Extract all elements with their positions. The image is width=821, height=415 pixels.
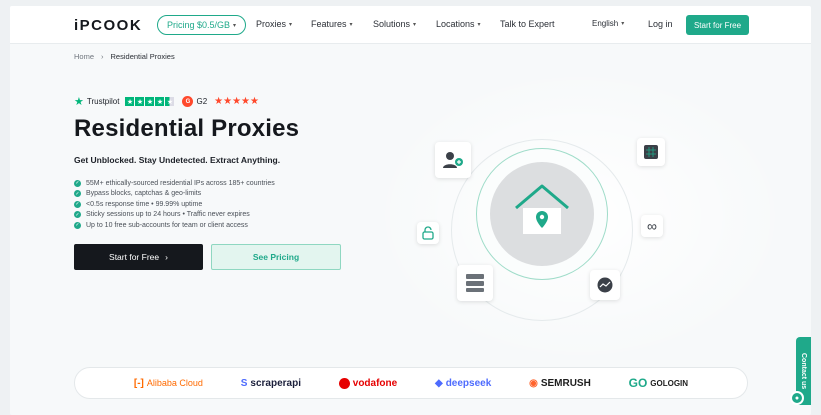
start-for-free-label: Start for Free [109,252,160,262]
nav-locations[interactable]: Locations ▾ [436,19,481,29]
language-selector[interactable]: English ▾ [592,19,624,28]
vodafone-logo-icon [338,377,350,389]
page: iPCOOK Pricing $0.5/GB ▾ Proxies ▾ Featur… [10,6,811,415]
breadcrumb: Home › Residential Proxies [74,52,175,61]
server-icon [466,274,484,292]
unlock-card [417,222,439,244]
chevron-down-icon: ▾ [477,21,481,28]
breadcrumb-separator: › [101,52,104,61]
pricing-pill[interactable]: Pricing $0.5/GB ▾ [157,15,247,35]
partner-gologin: GO GOLOGIN [629,376,688,390]
grid-card [637,138,665,166]
start-for-free-button[interactable]: Start for Free › [74,244,203,270]
chevron-right-icon: › [165,252,168,262]
trustpilot-stars: ★ ★ ★ ★ ★ [125,97,175,106]
feature-list: ✓ 55M+ ethically-sourced residential IPs … [74,178,275,231]
feature-text: Sticky sessions up to 24 hours • Traffic… [86,211,250,219]
language-label: English [592,19,619,28]
g2-stars-icon: ★★★★★ [214,96,259,107]
infinity-icon: ∞ [647,218,657,234]
star-icon: ★ [155,97,165,106]
chevron-down-icon: ▾ [413,21,417,28]
partner-name: vodafone [352,377,398,389]
star-icon: ★ [125,97,135,106]
breadcrumb-home[interactable]: Home [74,52,94,61]
nav-proxies-label: Proxies [256,19,287,29]
whale-logo-icon: ◆ [435,377,443,389]
page-title: Residential Proxies [74,115,300,142]
chat-icon[interactable]: ● [790,391,804,405]
nav-proxies[interactable]: Proxies ▾ [256,19,292,29]
chevron-down-icon: ▾ [233,22,237,29]
partner-logos: [-] Alibaba Cloud S scraperapi vodafone … [74,367,748,399]
list-item: ✓ Up to 10 free sub-accounts for team or … [74,220,275,231]
nav-solutions[interactable]: Solutions ▾ [373,19,416,29]
gologin-logo-icon: GO [628,376,648,390]
partner-semrush: ◉ SEMRUSH [529,378,591,389]
chevron-down-icon: ▾ [289,21,293,28]
partner-name: Alibaba Cloud [146,378,203,388]
check-icon: ✓ [74,221,81,229]
star-icon: ★ [145,97,155,106]
chevron-down-icon: ▾ [621,21,625,27]
alibaba-logo-icon: [-] [133,377,144,389]
grid-icon [644,145,658,159]
partner-vodafone: vodafone [338,377,398,389]
feature-text: <0.5s response time • 99.99% uptime [86,200,203,208]
pricing-pill-label: Pricing $0.5/GB [167,20,231,30]
check-icon: ✓ [74,200,81,208]
partner-scraperapi: S scraperapi [241,378,301,389]
nav-solutions-label: Solutions [373,19,411,29]
add-user-card [435,142,471,178]
infinity-card: ∞ [641,215,663,237]
g2-logo-icon: G [182,96,194,107]
house-location-icon [515,184,569,234]
list-item: ✓ Bypass blocks, captchas & geo-limits [74,189,275,200]
logo[interactable]: iPCOOK [74,17,142,34]
list-item: ✓ 55M+ ethically-sourced residential IPs … [74,178,275,189]
partner-alibaba-cloud: [-] Alibaba Cloud [134,378,203,389]
trustpilot-star-icon: ★ [74,96,84,108]
feature-text: 55M+ ethically-sourced residential IPs a… [86,179,275,187]
server-card [457,265,493,301]
nav-talk-to-expert[interactable]: Talk to Expert [500,19,555,29]
unlock-icon [422,226,434,240]
nav-locations-label: Locations [436,19,475,29]
nav-start-free-button[interactable]: Start for Free [686,15,749,35]
trend-icon [597,277,613,293]
top-nav: iPCOOK Pricing $0.5/GB ▾ Proxies ▾ Featur… [10,6,811,44]
scraperapi-logo-icon: S [240,377,248,389]
partner-name: GOLOGIN [650,378,689,388]
semrush-logo-icon: ◉ [529,377,538,389]
breadcrumb-current: Residential Proxies [110,52,175,61]
list-item: ✓ Sticky sessions up to 24 hours • Traffi… [74,210,275,221]
check-icon: ✓ [74,211,81,219]
check-icon: ✓ [74,179,81,187]
chevron-down-icon: ▾ [349,21,353,28]
partner-name: SEMRUSH [540,377,591,389]
feature-text: Up to 10 free sub-accounts for team or c… [86,221,248,229]
hero-subtitle: Get Unblocked. Stay Undetected. Extract … [74,155,281,165]
see-pricing-button[interactable]: See Pricing [211,244,341,270]
ratings-row: ★ Trustpilot ★ ★ ★ ★ ★ G G2 ★★★★★ [74,95,259,108]
nav-features-label: Features [311,19,347,29]
check-icon: ✓ [74,190,81,198]
half-star-icon: ★ [165,97,175,106]
feature-text: Bypass blocks, captchas & geo-limits [86,190,202,198]
g2-label: G2 [196,97,208,106]
partner-name: deepseek [445,377,492,389]
list-item: ✓ <0.5s response time • 99.99% uptime [74,199,275,210]
partner-name: scraperapi [250,377,301,389]
star-icon: ★ [135,97,145,106]
chart-card [590,270,620,300]
nav-features[interactable]: Features ▾ [311,19,353,29]
partner-deepseek: ◆ deepseek [435,378,491,389]
login-link[interactable]: Log in [648,19,673,29]
trustpilot-label: Trustpilot [86,97,120,106]
add-user-icon [443,152,463,168]
nav-talk-to-expert-label: Talk to Expert [500,19,555,29]
